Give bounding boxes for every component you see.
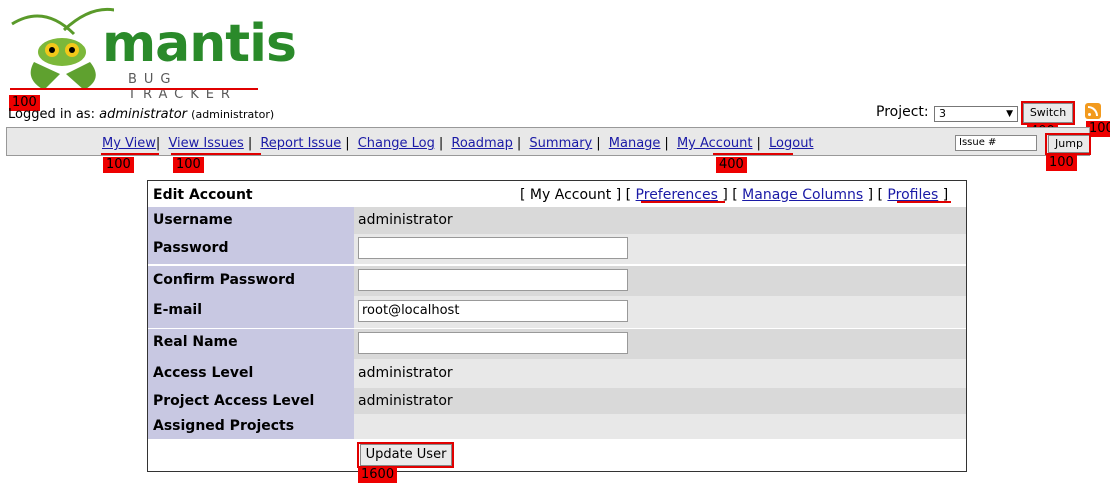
access-level-value: administrator	[354, 359, 966, 388]
annotation-box	[1045, 133, 1091, 155]
logo-wordmark: mantis	[102, 14, 297, 74]
annotation-badge: 100	[173, 157, 204, 173]
login-prefix: Logged in as:	[8, 107, 95, 122]
bracket: ] [	[863, 187, 888, 203]
login-status: Logged in as: administrator (administrat…	[8, 107, 274, 122]
issue-number-input[interactable]: Issue #	[955, 135, 1037, 151]
username-value: administrator	[354, 207, 966, 234]
logo-subtitle: BUG TRACKER	[128, 72, 237, 102]
annotation-box	[357, 442, 454, 468]
bracket: ] [	[611, 187, 636, 203]
annotation-badge: 400	[716, 157, 747, 173]
bracket: [	[520, 187, 530, 203]
row-label-access-level: Access Level	[148, 359, 354, 388]
menu-manage[interactable]: Manage	[609, 136, 661, 151]
annotation-underline	[10, 88, 258, 90]
mantis-mascot-icon	[11, 7, 114, 90]
rss-feed-icon[interactable]	[1085, 103, 1101, 119]
email-field[interactable]: root@localhost	[358, 300, 628, 322]
annotation-underline	[171, 153, 261, 155]
annotation-underline	[641, 201, 725, 203]
menu-report-issue[interactable]: Report Issue	[260, 136, 341, 151]
annotation-badge: 1600	[358, 467, 398, 483]
annotation-underline	[101, 153, 159, 155]
project-select-value: 3	[939, 107, 946, 120]
menu-my-account[interactable]: My Account	[677, 136, 753, 151]
row-label-email: E-mail	[148, 296, 354, 328]
annotation-box	[1021, 101, 1075, 125]
mantis-logo: mantis BUG TRACKER	[4, 4, 297, 102]
project-access-level-value: administrator	[354, 388, 966, 414]
link-my-account: My Account	[529, 187, 612, 203]
confirm-password-field[interactable]	[358, 269, 628, 291]
menu-change-log[interactable]: Change Log	[358, 136, 435, 151]
main-menu: My View| View Issues | Report Issue | Chan…	[102, 136, 814, 151]
assigned-projects-value	[354, 414, 966, 439]
menu-roadmap[interactable]: Roadmap	[451, 136, 513, 151]
link-manage-columns[interactable]: Manage Columns	[742, 187, 863, 203]
annotation-badge: 100	[1046, 155, 1077, 171]
menu-logout[interactable]: Logout	[769, 136, 814, 151]
login-username: administrator	[99, 107, 188, 122]
login-role: (administrator)	[191, 108, 275, 121]
menu-summary[interactable]: Summary	[529, 136, 592, 151]
annotation-underline	[713, 153, 793, 155]
password-field[interactable]	[358, 237, 628, 259]
project-label: Project:	[876, 104, 929, 120]
row-label-real-name: Real Name	[148, 329, 354, 359]
menu-my-view[interactable]: My View	[102, 136, 156, 151]
row-label-username: Username	[148, 207, 354, 234]
project-select[interactable]: 3 ▼	[934, 106, 1018, 122]
row-label-confirm-password: Confirm Password	[148, 266, 354, 296]
row-label-assigned-projects: Assigned Projects	[148, 414, 354, 439]
real-name-field[interactable]	[358, 332, 628, 354]
menu-view-issues[interactable]: View Issues	[168, 136, 243, 151]
annotation-badge: 100	[103, 157, 134, 173]
chevron-down-icon: ▼	[1006, 109, 1013, 119]
form-title: Edit Account	[153, 187, 253, 203]
annotation-underline	[897, 201, 951, 203]
account-links: [ My Account ] [ Preferences ] [ Manage …	[520, 187, 948, 203]
row-label-password: Password	[148, 234, 354, 264]
row-label-project-access-level: Project Access Level	[148, 388, 354, 414]
